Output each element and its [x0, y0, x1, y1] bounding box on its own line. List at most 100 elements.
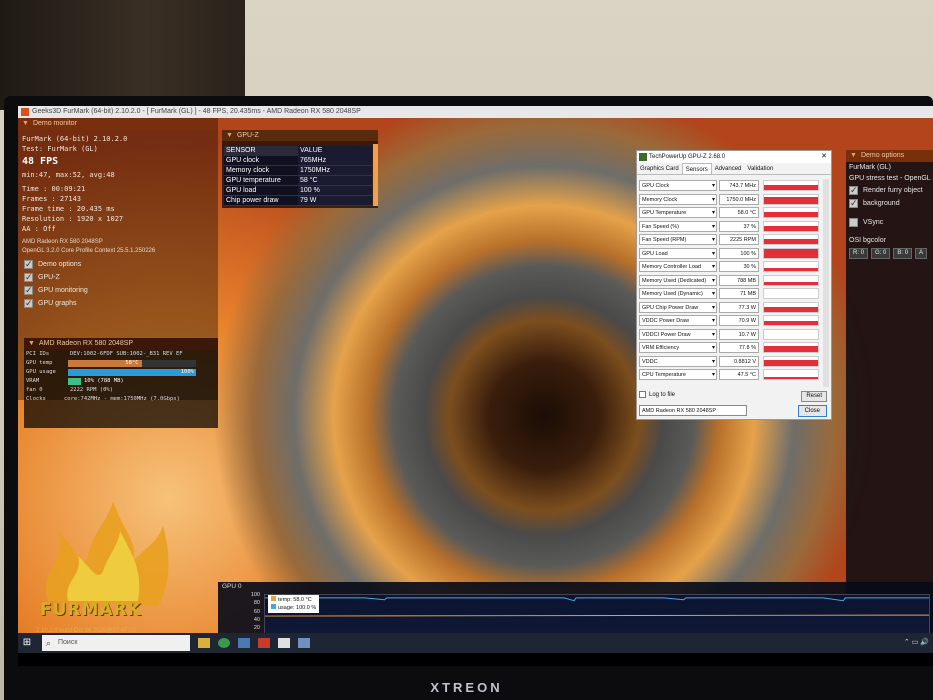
checkbox-icon[interactable]	[849, 184, 858, 197]
sensor-name[interactable]: GPU Temperature	[639, 207, 717, 219]
sensor-name[interactable]: Fan Speed (%)	[639, 220, 717, 232]
sensor-graph-fill	[764, 282, 818, 285]
gpu-z-overlay-header[interactable]: ▼ GPU-Z	[222, 130, 378, 141]
file-explorer-icon[interactable]	[198, 638, 210, 648]
reset-button[interactable]: Reset	[801, 391, 827, 402]
frame-count: Frames : 27143	[22, 195, 82, 203]
windows-start-icon[interactable]: ⊞	[18, 633, 36, 653]
checkbox-icon[interactable]	[24, 284, 33, 297]
demo-options-header[interactable]: ▼ Demo options	[846, 150, 933, 162]
check-gpu-monitoring[interactable]: GPU monitoring	[18, 284, 218, 297]
sensor-name[interactable]: Memory Controller Load	[639, 261, 717, 273]
sensor-graph-fill	[764, 226, 818, 231]
furmark-taskbar-icon[interactable]	[258, 638, 270, 648]
sensor-name[interactable]: VDDC Power Draw	[639, 315, 717, 327]
sensor-row: CPU Temperature47.5 °C	[639, 368, 823, 382]
checkbox-icon[interactable]	[639, 391, 646, 398]
y-tick: 40	[253, 616, 260, 623]
color-g-field[interactable]: G: 0	[871, 248, 891, 259]
sensor-name[interactable]: VRM Efficiency	[639, 342, 717, 354]
legend-usage: usage: 100.0 %	[271, 604, 316, 612]
gpu-z-taskbar-icon[interactable]	[278, 638, 290, 648]
windows-taskbar: ⊞ Поиск ⌃ ▭ 🔊	[18, 633, 933, 653]
gpu-temp-row: GPU temp 58°C	[24, 359, 218, 368]
checkbox-icon[interactable]	[849, 218, 858, 227]
sensor-value: 70.9 W	[719, 315, 759, 327]
color-r-field[interactable]: R: 0	[849, 248, 869, 259]
check-demo-options[interactable]: Demo options	[18, 258, 218, 271]
sensor-name[interactable]: CPU Temperature	[639, 369, 717, 381]
system-tray[interactable]: ⌃ ▭ 🔊	[904, 633, 929, 653]
collapse-triangle-icon[interactable]: ▼	[28, 340, 35, 347]
sensor-name[interactable]: VDDC	[639, 355, 717, 367]
gpu-monitoring-header[interactable]: ▼ AMD Radeon RX 580 2048SP	[24, 338, 218, 350]
collapse-triangle-icon[interactable]: ▼	[22, 120, 29, 127]
sensor-row: Fan Speed (RPM)2225 RPM	[639, 233, 823, 247]
clocks-row: Clocks core:742MHz - mem:1750MHz (7.0Gbps…	[26, 396, 180, 402]
resolution: Resolution : 1920 x 1027	[22, 215, 124, 223]
vsync-toggle[interactable]: VSync	[846, 216, 933, 229]
sensor-graph	[763, 261, 819, 273]
sensor-name[interactable]: GPU Clock	[639, 180, 717, 192]
app-taskbar-icon[interactable]	[298, 638, 310, 648]
checkbox-icon[interactable]	[24, 297, 33, 310]
demo-monitor-header[interactable]: ▼ Demo monitor	[18, 118, 218, 130]
checkbox-icon[interactable]	[24, 271, 33, 284]
device-select[interactable]: AMD Radeon RX 580 2048SP	[639, 405, 747, 416]
table-row: GPU load 100 %	[224, 186, 372, 196]
background-toggle[interactable]: background	[846, 197, 933, 210]
osi-bgcolor-label: OSI bgcolor	[849, 237, 886, 244]
fps-readout: 48 FPS	[22, 156, 59, 167]
gpu-graph-header: GPU 0	[222, 583, 242, 590]
sensor-name[interactable]: Memory Used (Dynamic)	[639, 288, 717, 300]
log-to-file-toggle[interactable]: Log to file	[639, 391, 675, 398]
fan-row: fan 0 2222 RPM (0%)	[26, 387, 114, 393]
osi-bgcolor-fields: R: 0 G: 0 B: 0 A	[846, 248, 933, 259]
sensor-scrollbar[interactable]	[823, 179, 829, 387]
collapse-triangle-icon[interactable]: ▼	[850, 152, 857, 159]
sensor-list: GPU Clock743.7 MHzMemory Clock1750.0 MHz…	[639, 179, 823, 382]
render-furry-toggle[interactable]: Render furry object	[846, 184, 933, 197]
fps-minmax: min:47, max:52, avg:48	[22, 171, 115, 179]
color-b-field[interactable]: B: 0	[893, 248, 913, 259]
check-gpu-graphs[interactable]: GPU graphs	[18, 297, 218, 310]
checkbox-icon[interactable]	[849, 197, 858, 210]
sensor-graph	[763, 234, 819, 246]
sensor-value: 47.5 °C	[719, 369, 759, 381]
monitor-brand-logo: XTREON	[430, 680, 503, 695]
tab-advanced[interactable]: Advanced	[712, 163, 745, 174]
furmark-app-icon	[21, 108, 29, 116]
tab-sensors[interactable]: Sensors	[681, 163, 712, 174]
taskbar-search-box[interactable]: Поиск	[42, 635, 190, 651]
tab-graphics-card[interactable]: Graphics Card	[637, 163, 682, 174]
checkbox-icon[interactable]	[24, 258, 33, 271]
sensor-value: 100 %	[719, 247, 759, 259]
sensor-value: 10.7 W	[719, 328, 759, 340]
gpu-z-title-bar[interactable]: TechPowerUp GPU-Z 2.68.0 ✕	[637, 151, 831, 163]
elapsed-time: Time : 00:09:21	[22, 185, 86, 193]
sensor-row: GPU Chip Power Draw77.3 W	[639, 301, 823, 315]
y-tick: 80	[253, 600, 260, 607]
sensor-name[interactable]: Memory Clock	[639, 193, 717, 205]
close-button[interactable]: Close	[797, 405, 827, 417]
sensor-name[interactable]: GPU Load	[639, 247, 717, 259]
sensor-name[interactable]: Fan Speed (RPM)	[639, 234, 717, 246]
table-row: GPU clock 765MHz	[224, 156, 372, 166]
gpu-z-window: TechPowerUp GPU-Z 2.68.0 ✕ Graphics Card …	[636, 150, 832, 420]
gpu-z-tabs: Graphics Card Sensors Advanced Validatio…	[637, 163, 831, 175]
browser-icon[interactable]	[218, 638, 230, 648]
color-a-field[interactable]: A	[915, 248, 928, 259]
sensor-value: 58.0 °C	[719, 207, 759, 219]
test-name: Test: FurMark (GL)	[22, 145, 98, 153]
close-icon[interactable]: ✕	[821, 151, 827, 163]
sensor-name[interactable]: Memory Used (Dedicated)	[639, 274, 717, 286]
sensor-name[interactable]: VDDCI Power Draw	[639, 328, 717, 340]
collapse-triangle-icon[interactable]: ▼	[226, 132, 233, 139]
window-title-bar[interactable]: Geeks3D FurMark (64-bit) 2.10.2.0 - [ Fu…	[18, 106, 933, 118]
overlay-scrollbar[interactable]	[373, 144, 378, 206]
steam-icon[interactable]	[238, 638, 250, 648]
tab-validation[interactable]: Validation	[744, 163, 776, 174]
check-gpu-z[interactable]: GPU-Z	[18, 271, 218, 284]
sensor-name[interactable]: GPU Chip Power Draw	[639, 301, 717, 313]
sensor-graph	[763, 207, 819, 219]
